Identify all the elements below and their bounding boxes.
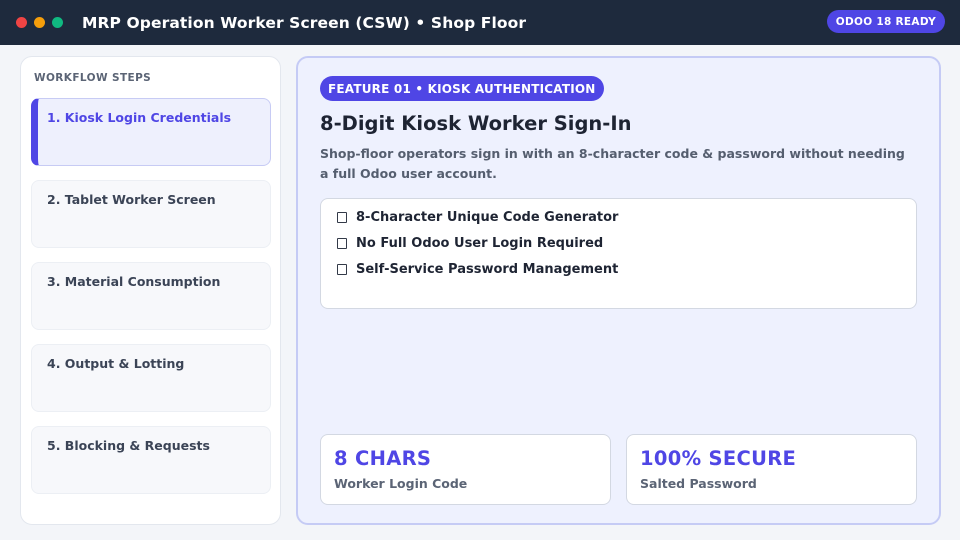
version-badge: ODOO 18 READY bbox=[826, 10, 945, 33]
feature-bullet-text: 8-Character Unique Code Generator bbox=[356, 210, 619, 225]
minimize-window-button[interactable] bbox=[34, 17, 45, 28]
stat-label: Salted Password bbox=[640, 476, 757, 491]
sidebar-item-label: 5. Blocking & Requests bbox=[47, 438, 210, 453]
feature-title: 8-Digit Kiosk Worker Sign-In bbox=[320, 112, 632, 135]
sidebar-item-blocking-requests[interactable]: 5. Blocking & Requests bbox=[31, 426, 271, 494]
window-controls bbox=[16, 17, 70, 28]
sidebar-item-output-lotting[interactable]: 4. Output & Lotting bbox=[31, 344, 271, 412]
sidebar-heading: WORKFLOW STEPS bbox=[34, 72, 152, 84]
feature-bullets-card: 8-Character Unique Code Generator No Ful… bbox=[320, 198, 917, 309]
feature-bullet-text: No Full Odoo User Login Required bbox=[356, 236, 604, 251]
sidebar-item-label: 2. Tablet Worker Screen bbox=[47, 192, 216, 207]
stat-card-password: 100% SECURE Salted Password bbox=[626, 434, 917, 505]
maximize-window-button[interactable] bbox=[52, 17, 63, 28]
feature-badge: FEATURE 01 • KIOSK AUTHENTICATION bbox=[320, 76, 604, 101]
sidebar-item-material-consumption[interactable]: 3. Material Consumption bbox=[31, 262, 271, 330]
sidebar-item-label: 4. Output & Lotting bbox=[47, 356, 185, 371]
sidebar-item-tablet-worker-screen[interactable]: 2. Tablet Worker Screen bbox=[31, 180, 271, 248]
sidebar-item-kiosk-login[interactable]: 1. Kiosk Login Credentials bbox=[31, 98, 271, 166]
app-title: MRP Operation Worker Screen (CSW) • Shop… bbox=[82, 13, 527, 32]
checkbox-icon bbox=[337, 264, 347, 275]
checkbox-icon bbox=[337, 238, 347, 249]
feature-panel: FEATURE 01 • KIOSK AUTHENTICATION 8-Digi… bbox=[296, 56, 941, 525]
feature-bullet: Self-Service Password Management bbox=[337, 262, 618, 277]
sidebar-item-label: 1. Kiosk Login Credentials bbox=[47, 110, 232, 125]
stat-label: Worker Login Code bbox=[334, 476, 468, 491]
workflow-sidebar: WORKFLOW STEPS 1. Kiosk Login Credential… bbox=[20, 56, 281, 525]
close-window-button[interactable] bbox=[16, 17, 27, 28]
checkbox-icon bbox=[337, 212, 347, 223]
feature-description: Shop-floor operators sign in with an 8-c… bbox=[320, 146, 905, 181]
feature-bullet-text: Self-Service Password Management bbox=[356, 262, 619, 277]
sidebar-item-label: 3. Material Consumption bbox=[47, 274, 221, 289]
feature-bullet: 8-Character Unique Code Generator bbox=[337, 210, 618, 225]
feature-bullet: No Full Odoo User Login Required bbox=[337, 236, 603, 251]
title-bar: MRP Operation Worker Screen (CSW) • Shop… bbox=[0, 0, 960, 45]
stat-value: 8 CHARS bbox=[334, 447, 432, 470]
stat-card-login-code: 8 CHARS Worker Login Code bbox=[320, 434, 611, 505]
stat-value: 100% SECURE bbox=[640, 447, 797, 470]
